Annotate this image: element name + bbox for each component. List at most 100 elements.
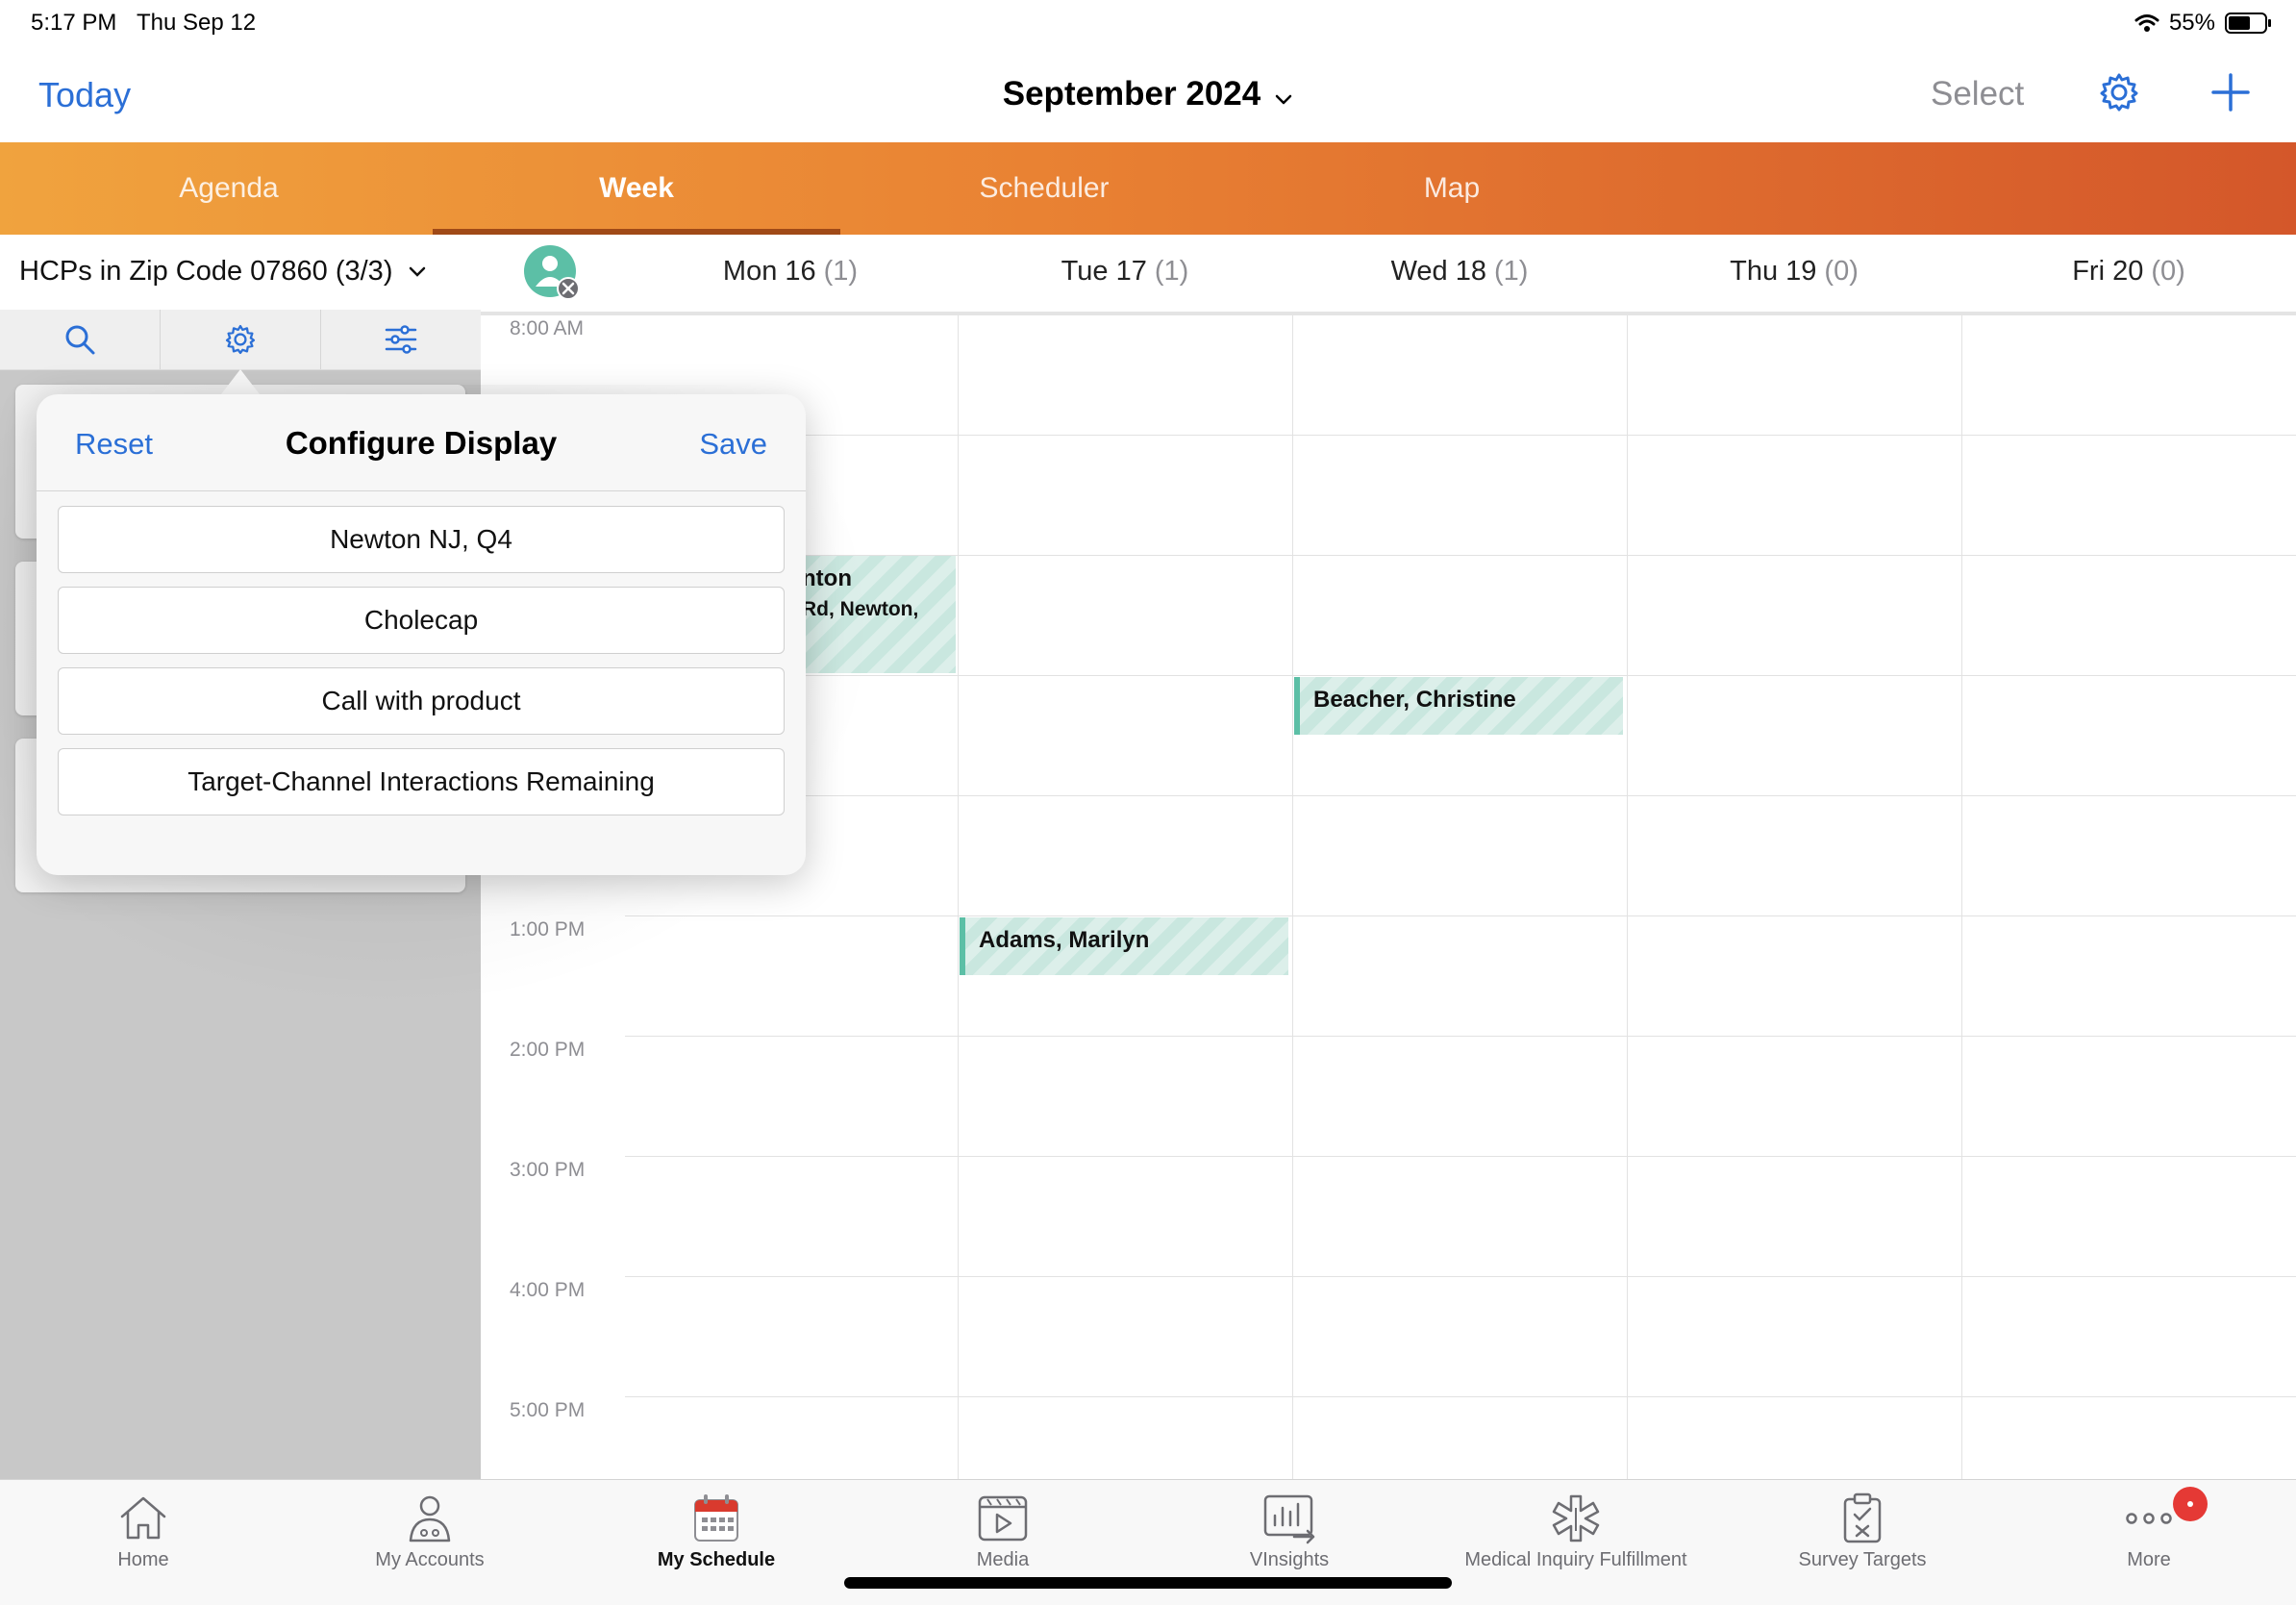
select-button[interactable]: Select xyxy=(1931,75,2024,113)
day-count: (1) xyxy=(1493,256,1529,287)
grid-hour-line xyxy=(625,795,2296,796)
filter-text: HCPs in Zip Code 07860 (3/3) xyxy=(19,256,393,287)
event-name: nton xyxy=(802,565,852,591)
time-label: 3:00 PM xyxy=(510,1159,586,1181)
day-header-tue[interactable]: Tue 17 (1) xyxy=(958,256,1292,288)
day-label: Tue 17 xyxy=(1061,256,1147,287)
popover-arrow xyxy=(221,369,260,394)
gear-icon[interactable] xyxy=(2098,71,2140,113)
day-header-mon[interactable]: Mon 16 (1) xyxy=(623,256,958,288)
event-address: Rd, Newton, xyxy=(802,598,919,620)
search-icon xyxy=(65,325,95,355)
save-button[interactable]: Save xyxy=(699,427,767,462)
day-label: Wed 18 xyxy=(1390,256,1486,287)
bottom-tab-label: My Schedule xyxy=(657,1549,776,1570)
time-label: 1:00 PM xyxy=(510,918,586,940)
bottom-tab-my-accounts[interactable]: My Accounts xyxy=(287,1480,573,1605)
bottom-tab-medical-inquiry[interactable]: Medical Inquiry Fulfillment xyxy=(1433,1480,1719,1605)
bottom-tab-more[interactable]: More xyxy=(2006,1480,2292,1605)
filter-button[interactable] xyxy=(321,310,481,369)
time-label: 2:00 PM xyxy=(510,1039,586,1061)
calendar-event[interactable]: nton Rd, Newton, xyxy=(788,556,956,673)
grid-hour-line xyxy=(625,675,2296,676)
time-label: 4:00 PM xyxy=(510,1279,586,1301)
day-label: Mon 16 xyxy=(722,256,816,287)
bottom-tab-survey-targets[interactable]: Survey Targets xyxy=(1719,1480,2006,1605)
sliders-icon xyxy=(385,325,417,354)
filter-header[interactable]: HCPs in Zip Code 07860 (3/3) xyxy=(0,235,481,311)
person-icon xyxy=(287,1492,573,1545)
grid-column-divider xyxy=(1627,315,1628,1479)
pane-toolbar xyxy=(0,310,481,370)
house-icon xyxy=(0,1492,287,1545)
more-dots-icon xyxy=(2006,1492,2292,1545)
calendar-event[interactable]: Beacher, Christine xyxy=(1294,677,1623,735)
bottom-tab-label: My Accounts xyxy=(375,1549,485,1570)
tab-agenda[interactable]: Agenda xyxy=(25,142,433,235)
hcp-avatar-icon[interactable] xyxy=(523,244,580,300)
grid-hour-line xyxy=(625,1276,2296,1277)
day-header-thu[interactable]: Thu 19 (0) xyxy=(1627,256,1961,288)
status-indicators: 55% xyxy=(2134,8,2271,38)
bottom-tab-label: Media xyxy=(976,1549,1030,1570)
search-button[interactable] xyxy=(0,310,161,369)
grid-hour-line xyxy=(625,915,2296,916)
configure-button[interactable] xyxy=(161,310,321,369)
month-title: September 2024 xyxy=(1002,75,1261,113)
bottom-tab-label: More xyxy=(2127,1549,2171,1570)
notification-badge xyxy=(2173,1487,2208,1521)
status-bar: 5:17 PM Thu Sep 12 55% xyxy=(0,0,2296,46)
grid-hour-line xyxy=(625,1156,2296,1157)
day-count: (0) xyxy=(2151,256,2185,287)
display-option[interactable]: Target-Channel Interactions Remaining xyxy=(58,748,785,815)
popover-title: Configure Display xyxy=(285,425,558,461)
time-label: 8:00 AM xyxy=(510,317,585,339)
gear-icon xyxy=(225,324,256,355)
status-date: Thu Sep 12 xyxy=(137,10,257,36)
display-option[interactable]: Newton NJ, Q4 xyxy=(58,506,785,573)
event-name: Beacher, Christine xyxy=(1313,687,1516,713)
popover-header: Reset Configure Display Save xyxy=(37,394,806,491)
week-header: Mon 16 (1) Tue 17 (1) Wed 18 (1) Thu 19 (0) … xyxy=(481,235,2296,315)
tab-week[interactable]: Week xyxy=(433,142,840,235)
day-label: Thu 19 xyxy=(1730,256,1817,287)
tab-map[interactable]: Map xyxy=(1248,142,1656,235)
day-header-fri[interactable]: Fri 20 (0) xyxy=(1961,256,2296,288)
view-tabs: Agenda Week Scheduler Map xyxy=(0,142,2296,235)
calendar-icon xyxy=(573,1492,860,1545)
battery-icon xyxy=(2225,13,2271,34)
nav-bar: Today September 2024 Select xyxy=(0,46,2296,142)
wifi-icon xyxy=(2134,14,2159,32)
bottom-tab-label: VInsights xyxy=(1249,1549,1330,1570)
media-play-icon xyxy=(860,1492,1146,1545)
day-label: Fri 20 xyxy=(2072,256,2144,287)
day-header-wed[interactable]: Wed 18 (1) xyxy=(1292,256,1627,288)
display-option[interactable]: Call with product xyxy=(58,667,785,735)
chevron-down-icon xyxy=(1274,77,1293,115)
day-count: (0) xyxy=(1824,256,1859,287)
bottom-tab-label: Home xyxy=(117,1549,169,1570)
tab-scheduler[interactable]: Scheduler xyxy=(840,142,1248,235)
bottom-tab-my-schedule[interactable]: My Schedule xyxy=(573,1480,860,1605)
time-label: 5:00 PM xyxy=(510,1399,586,1421)
add-icon[interactable] xyxy=(2209,71,2252,113)
battery-percent: 55% xyxy=(2168,10,2215,36)
clipboard-icon xyxy=(1719,1492,2006,1545)
configure-display-popover: Reset Configure Display Save Newton NJ, … xyxy=(37,394,806,875)
filter-label: HCPs in Zip Code 07860 (3/3) xyxy=(19,256,426,288)
medical-star-icon xyxy=(1433,1492,1719,1545)
chevron-down-icon xyxy=(409,267,425,278)
status-time: 5:17 PM xyxy=(31,10,117,36)
event-name: Adams, Marilyn xyxy=(979,927,1150,953)
grid-column-divider xyxy=(1292,315,1293,1479)
display-option[interactable]: Cholecap xyxy=(58,587,785,654)
day-count: (1) xyxy=(823,256,859,287)
grid-hour-line xyxy=(625,435,2296,436)
day-count: (1) xyxy=(1154,256,1189,287)
bottom-tab-home[interactable]: Home xyxy=(0,1480,287,1605)
calendar-event[interactable]: Adams, Marilyn xyxy=(960,917,1288,975)
chart-icon xyxy=(1146,1492,1433,1545)
grid-hour-line xyxy=(625,1036,2296,1037)
grid-column-divider xyxy=(1961,315,1962,1479)
home-indicator[interactable] xyxy=(844,1577,1452,1589)
